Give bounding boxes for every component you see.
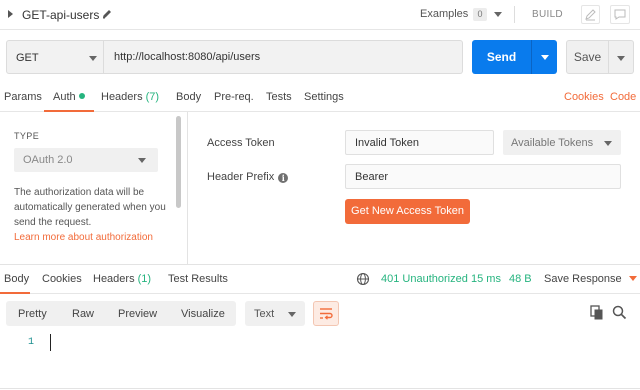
available-tokens-select[interactable]: Available Tokens	[503, 130, 621, 155]
tab-prerequest[interactable]: Pre-req.	[214, 91, 254, 103]
view-raw[interactable]: Raw	[72, 308, 94, 320]
divider	[514, 6, 515, 23]
auth-description-text: The authorization data will be automatic…	[14, 187, 166, 228]
available-tokens-label: Available Tokens	[511, 137, 594, 149]
save-options-button[interactable]	[609, 40, 634, 74]
edit-docs-icon[interactable]	[581, 5, 600, 24]
response-view-toggle: Pretty Raw Preview Visualize	[6, 301, 236, 326]
active-tab-indicator	[0, 292, 30, 294]
learn-more-link[interactable]: Learn more about authorization	[14, 230, 166, 245]
response-status[interactable]: 401 Unauthorized	[381, 273, 468, 285]
examples-label[interactable]: Examples	[420, 8, 468, 20]
auth-description: The authorization data will be automatic…	[14, 185, 166, 245]
tab-body[interactable]: Body	[176, 91, 201, 103]
build-button[interactable]: BUILD	[532, 9, 563, 20]
divider	[0, 388, 640, 389]
request-title-bar: GET-api-users Examples 0 BUILD	[0, 0, 640, 30]
tab-headers-count: (7)	[145, 91, 160, 103]
expand-caret-icon[interactable]	[8, 10, 13, 18]
header-prefix-input[interactable]	[345, 164, 621, 189]
panel-divider	[187, 112, 188, 264]
active-tab-indicator	[44, 110, 94, 112]
response-size[interactable]: 48 B	[509, 273, 532, 285]
chevron-down-icon	[617, 56, 625, 61]
globe-icon[interactable]	[356, 272, 370, 286]
method-label: GET	[16, 52, 39, 64]
tab-response-headers-count: (1)	[137, 273, 152, 285]
code-link[interactable]: Code	[610, 91, 636, 103]
tab-response-headers-label: Headers	[93, 273, 135, 285]
search-icon[interactable]	[612, 305, 627, 320]
chevron-down-icon[interactable]	[494, 12, 502, 17]
request-tabs: Params Auth Headers (7) Body Pre-req. Te…	[0, 84, 640, 112]
access-token-label: Access Token	[207, 137, 275, 149]
auth-type-label: TYPE	[14, 131, 40, 141]
format-select[interactable]: Text	[245, 301, 305, 326]
examples-count-badge: 0	[473, 8, 487, 21]
access-token-input[interactable]	[345, 130, 494, 155]
header-prefix-label: Header Prefix i	[207, 171, 289, 183]
wrap-lines-button[interactable]	[313, 301, 339, 326]
auth-type-select[interactable]: OAuth 2.0	[14, 148, 158, 172]
auth-panel-scrollbar[interactable]	[176, 116, 181, 208]
info-icon[interactable]: i	[278, 173, 289, 183]
save-response-button[interactable]: Save Response	[544, 273, 637, 285]
url-input[interactable]	[104, 40, 463, 74]
view-pretty[interactable]: Pretty	[18, 308, 47, 320]
comments-icon[interactable]	[610, 5, 630, 24]
view-visualize[interactable]: Visualize	[181, 308, 225, 320]
pencil-icon[interactable]	[100, 7, 114, 21]
view-preview[interactable]: Preview	[118, 308, 157, 320]
get-new-access-token-button[interactable]: Get New Access Token	[345, 199, 470, 224]
wrap-lines-icon	[320, 308, 333, 320]
response-tabs: Body Cookies Headers (1) Test Results 40…	[0, 264, 640, 294]
auth-active-dot-icon	[78, 93, 85, 99]
chevron-down-icon	[138, 158, 146, 163]
tab-response-body[interactable]: Body	[4, 273, 29, 285]
request-name[interactable]: GET-api-users	[22, 8, 99, 22]
tab-params[interactable]: Params	[4, 91, 42, 103]
tab-headers[interactable]: Headers (7)	[101, 91, 159, 103]
tab-auth-label: Auth	[53, 91, 76, 103]
text-cursor[interactable]	[50, 334, 51, 351]
response-time[interactable]: 15 ms	[471, 273, 501, 285]
tab-test-results[interactable]: Test Results	[168, 273, 228, 285]
save-response-label: Save Response	[544, 273, 622, 285]
chevron-down-icon	[541, 55, 549, 60]
send-button[interactable]: Send	[472, 40, 531, 74]
line-number: 1	[28, 337, 35, 348]
save-button[interactable]: Save	[566, 40, 609, 74]
chevron-down-icon	[628, 276, 637, 281]
auth-type-value: OAuth 2.0	[23, 154, 73, 166]
chevron-down-icon	[604, 141, 612, 146]
tab-auth[interactable]: Auth	[53, 91, 85, 103]
tab-tests[interactable]: Tests	[266, 91, 292, 103]
chevron-down-icon	[288, 312, 296, 317]
chevron-down-icon	[89, 56, 97, 61]
method-select[interactable]: GET	[6, 40, 104, 74]
send-options-button[interactable]	[531, 40, 557, 74]
tab-settings[interactable]: Settings	[304, 91, 344, 103]
copy-icon[interactable]	[590, 305, 604, 321]
tab-response-headers[interactable]: Headers (1)	[93, 273, 151, 285]
tab-response-cookies[interactable]: Cookies	[42, 273, 82, 285]
tab-headers-label: Headers	[101, 91, 143, 103]
cookies-link[interactable]: Cookies	[564, 91, 604, 103]
format-value: Text	[254, 308, 275, 320]
header-prefix-text: Header Prefix	[207, 171, 275, 183]
